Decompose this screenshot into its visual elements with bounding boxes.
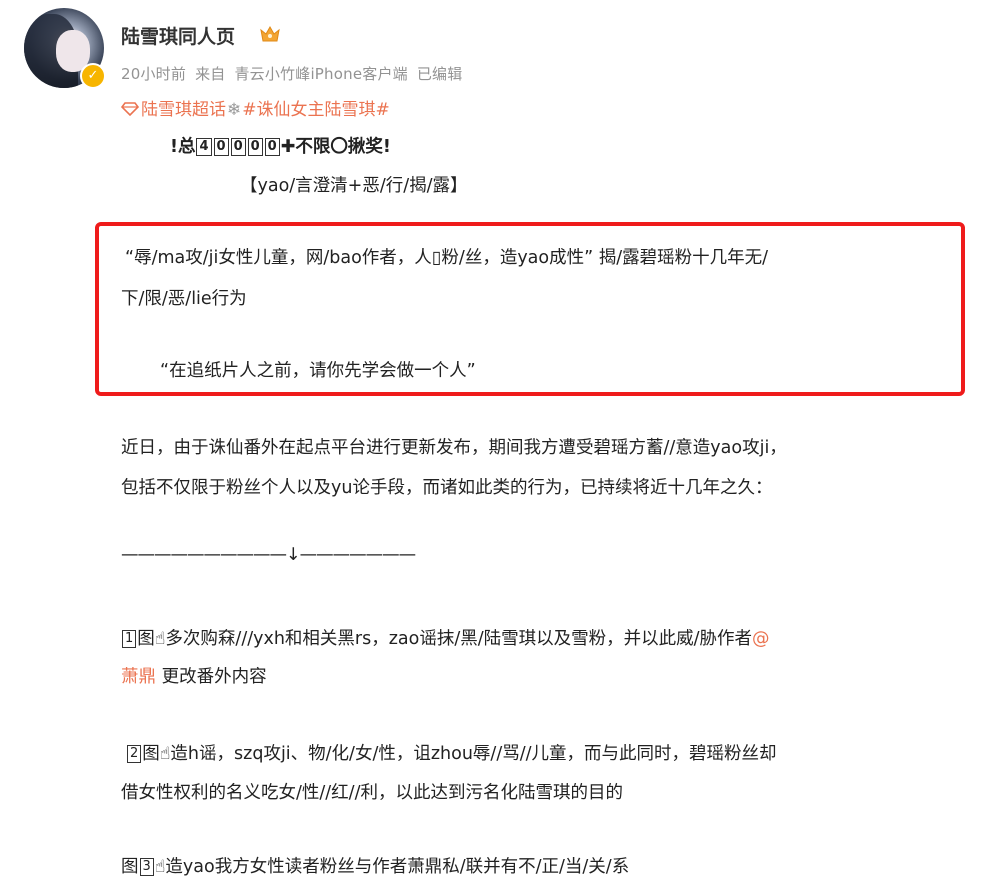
edited-label[interactable]: 已编辑 [417,65,463,83]
from-label: 来自 [195,65,226,83]
item-number: 2 [127,745,142,763]
prize-suffix: ✚不限〇揪奖! [280,137,391,157]
paragraph-line: 包括不仅限于粉丝个人以及yu论手段，而诸如此类的行为，已持续将近十几年之久： [121,478,773,498]
list-item-1-cont: 萧鼎 更改番外内容 [121,663,267,688]
verified-badge-icon: ✓ [80,63,106,89]
item-text: ☝造yao我方女性读者粉丝与作者萧鼎私/联并有不/正/当/关/系 [154,857,630,877]
prize-digit: 0 [230,138,246,156]
prize-digit: 0 [264,138,280,156]
post-time[interactable]: 20小时前 [121,65,186,83]
crown-icon [260,25,280,42]
item-text: 图☝多次购㚞///yxh和相关黑rs，zao谣抹/黑/陆雪琪以及雪粉，并以此威/… [137,629,753,649]
paragraph-line: 近日，由于诛仙番外在起点平台进行更新发布，期间我方遭受碧瑶方蓄//意造yao攻j… [121,438,787,458]
item-text: 更改番外内容 [161,667,267,687]
supertopic-diamond-icon [121,102,139,116]
item-text: 图☝造h谣，szq攻ji、物/化/女/性，诅zhou辱//骂//儿童，而与此同时… [142,744,777,764]
quote-line: “在追纸片人之前，请你先学会做一个人” [160,361,476,381]
prize-line: !总 4 0 0 0 0 ✚不限〇揪奖! [170,133,391,158]
item-number: 3 [139,858,154,876]
prize-digit: 0 [213,138,229,156]
quote-line: “辱/ma攻/ji女性儿童，网/bao作者，人▯粉/丝，造yao成性” 揭/露碧… [125,248,769,268]
item-prefix: 图 [121,857,139,877]
list-item-1: 1 图☝多次购㚞///yxh和相关黑rs，zao谣抹/黑/陆雪琪以及雪粉，并以此威… [121,625,770,650]
prize-digit: 4 [196,138,212,156]
prize-digit: 0 [247,138,263,156]
item-number: 1 [122,630,137,648]
snowflake-separator: ❄ [227,100,242,120]
topic-line: 陆雪琪超话❄#诛仙女主陆雪琪# [121,95,390,120]
author-name[interactable]: 陆雪琪同人页 [121,22,235,49]
mention-author-link[interactable]: 萧鼎 [121,667,156,687]
prize-prefix: !总 [170,137,196,157]
bracket-title: 【yao/言澄清+恶/行/揭/露】 [240,176,468,196]
list-item-3: 图 3 ☝造yao我方女性读者粉丝与作者萧鼎私/联并有不/正/当/关/系 [121,853,629,878]
hashtag-link[interactable]: #诛仙女主陆雪琪# [242,100,390,120]
quote-line: 下/限/恶/lie行为 [121,289,247,309]
list-item-2-cont: 借女性权利的名义吃女/性//红//利，以此达到污名化陆雪琪的目的 [121,783,623,803]
source-client[interactable]: 青云小竹峰iPhone客户端 [234,65,407,83]
list-item-2: 2 图☝造h谣，szq攻ji、物/化/女/性，诅zhou辱//骂//儿童，而与此同… [126,740,777,765]
post-meta: 20小时前 来自 青云小竹峰iPhone客户端 已编辑 [121,63,466,84]
divider-line: ——————————↓——————— [121,545,416,565]
mention-at[interactable]: @ [752,629,770,649]
supertopic-link[interactable]: 陆雪琪超话 [141,100,226,120]
